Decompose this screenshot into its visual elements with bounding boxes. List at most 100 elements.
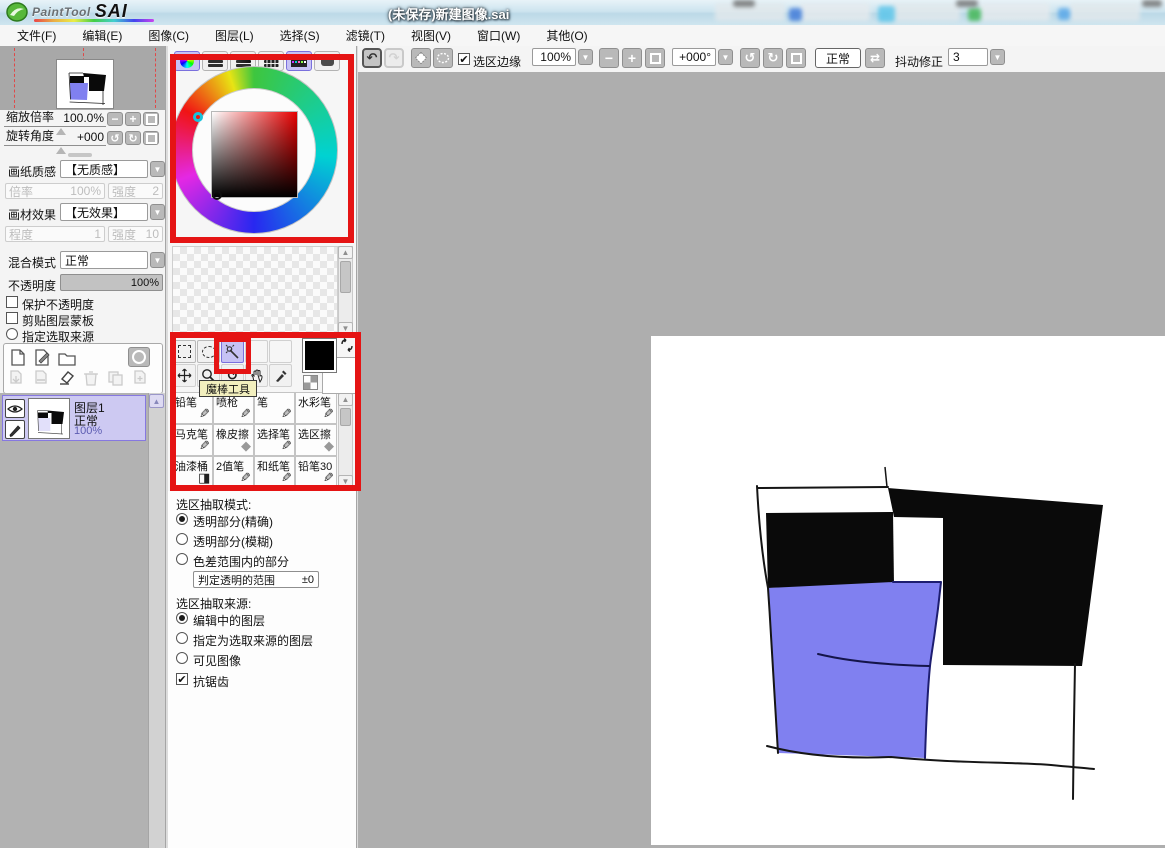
rotate-cw-toolbar-button[interactable]: ↻ — [763, 48, 783, 68]
canvas[interactable] — [651, 336, 1165, 845]
zoom-out-toolbar-button[interactable]: − — [599, 48, 619, 68]
stabilizer-input[interactable]: 3 — [948, 48, 988, 66]
logo-rainbow-swoosh — [34, 19, 154, 22]
background-window-blur — [1070, 3, 1140, 21]
zoom-out-button[interactable]: − — [107, 112, 123, 126]
angle-input[interactable]: +000° — [672, 48, 716, 66]
layer-thumbnail[interactable] — [28, 398, 70, 439]
antialias-checkbox[interactable]: ✔ — [176, 673, 188, 685]
opacity-slider[interactable]: 100% — [60, 274, 163, 291]
deselect-button[interactable] — [411, 48, 431, 68]
swatch-scroll-up-button[interactable]: ▲ — [338, 246, 353, 259]
paper-effect-select[interactable]: 【无效果】 — [60, 203, 148, 221]
effect-strength-field[interactable]: 强度 10 — [108, 226, 163, 242]
selection-edge-checkbox[interactable]: ✔ — [458, 53, 470, 65]
menu-window[interactable]: 窗口(W) — [474, 26, 523, 45]
zoom-reset-button[interactable] — [143, 112, 159, 126]
angle-value: +000° — [679, 50, 711, 64]
swatch-scroll-thumb[interactable] — [340, 261, 351, 293]
background-window-edge — [733, 0, 755, 7]
zoom-percent-input[interactable]: 100% — [532, 48, 576, 66]
navigator-rotate-value: +000 — [77, 130, 104, 144]
rotate-cw-button[interactable]: ↻ — [125, 131, 141, 145]
menu-file[interactable]: 文件(F) — [14, 26, 59, 45]
background-favicon — [789, 8, 802, 21]
selection-source-button[interactable] — [128, 347, 150, 367]
blend-mode-dropdown-button[interactable]: ▼ — [150, 252, 165, 268]
rotate-ccw-toolbar-button[interactable]: ↺ — [740, 48, 760, 68]
texture-scale-field[interactable]: 倍率 100% — [5, 183, 105, 199]
menu-image[interactable]: 图像(C) — [145, 26, 192, 45]
zoom-in-button[interactable]: + — [125, 112, 141, 126]
mode-transparency-fuzzy-radio[interactable] — [176, 533, 188, 545]
clear-layer-icon[interactable] — [58, 370, 76, 387]
rotate-slider-marker[interactable] — [56, 147, 66, 154]
swap-fg-bg-button[interactable]: ⇄ — [865, 48, 885, 68]
navigator-rotate-row[interactable]: 旋转角度 +000 — [4, 131, 106, 146]
zoom-reset-toolbar-button[interactable] — [645, 48, 665, 68]
menu-edit[interactable]: 编辑(E) — [79, 26, 125, 45]
selection-edge-label: 选区边缘 — [473, 53, 521, 70]
invert-selection-icon — [436, 52, 450, 64]
swatch-area[interactable] — [172, 246, 338, 335]
effect-degree-field[interactable]: 程度 1 — [5, 226, 105, 242]
invert-selection-button[interactable] — [433, 48, 453, 68]
navigator-guide-line — [14, 48, 15, 108]
source-designated-layer-radio[interactable] — [176, 632, 188, 644]
clipping-group-checkbox[interactable] — [6, 312, 18, 324]
protect-opacity-checkbox[interactable] — [6, 296, 18, 308]
paper-texture-dropdown-button[interactable]: ▼ — [150, 161, 165, 177]
angle-dropdown-button[interactable]: ▼ — [718, 49, 733, 65]
menu-select[interactable]: 选择(S) — [277, 26, 323, 45]
delete-layer-icon[interactable] — [83, 370, 99, 387]
paper-texture-select[interactable]: 【无质感】 — [60, 160, 148, 178]
new-layer-icon[interactable] — [10, 349, 26, 366]
paper-texture-value: 【无质感】 — [65, 161, 125, 178]
merge-down-icon[interactable] — [33, 370, 50, 387]
effect-degree-value: 1 — [94, 227, 101, 241]
texture-strength-field[interactable]: 强度 2 — [108, 183, 163, 199]
layer-list-scrollbar[interactable] — [148, 393, 165, 848]
navigator-thumbnail[interactable] — [57, 60, 113, 108]
panel-collapse-handle[interactable] — [68, 153, 92, 157]
menu-filter[interactable]: 滤镜(T) — [343, 26, 388, 45]
rotate-ccw-button[interactable]: ↺ — [107, 131, 123, 145]
source-editing-layer-radio[interactable] — [176, 612, 188, 624]
selection-source-title: 选区抽取来源: — [176, 595, 251, 612]
zoom-percent-value: 100% — [540, 50, 571, 64]
antialias-label: 抗锯齿 — [193, 673, 229, 690]
zoom-in-toolbar-button[interactable]: + — [622, 48, 642, 68]
deselect-icon — [415, 52, 427, 64]
layer-list[interactable] — [0, 393, 148, 848]
stabilizer-dropdown-button[interactable]: ▼ — [990, 49, 1005, 65]
menu-view[interactable]: 视图(V) — [408, 26, 454, 45]
copy-layer-icon[interactable] — [107, 370, 125, 387]
transparency-range-field[interactable]: 判定透明的范围 ±0 — [193, 571, 319, 588]
new-folder-icon[interactable] — [58, 351, 76, 366]
zoom-dropdown-button[interactable]: ▼ — [578, 49, 593, 65]
background-window-blur — [890, 3, 960, 21]
menu-others[interactable]: 其他(O) — [543, 26, 590, 45]
mode-transparency-strict-radio[interactable] — [176, 513, 188, 525]
selection-source-radio[interactable] — [6, 328, 18, 340]
layer-edit-indicator[interactable] — [5, 420, 25, 439]
rotate-reset-toolbar-button[interactable] — [786, 48, 806, 68]
blend-mode-select[interactable]: 正常 — [60, 251, 148, 269]
title-bar[interactable]: PaintTool SAI (未保存)新建图像.sai — [0, 0, 1165, 26]
mode-color-range-label: 色差范围内的部分 — [193, 553, 289, 570]
redo-button[interactable]: ↷ — [384, 48, 404, 68]
layer-scroll-up-button[interactable]: ▲ — [149, 394, 164, 408]
undo-button[interactable]: ↶ — [362, 48, 382, 68]
paste-layer-icon[interactable] — [132, 370, 149, 387]
layer-visibility-toggle[interactable] — [5, 399, 25, 418]
transfer-down-icon[interactable] — [8, 370, 25, 387]
mode-color-range-radio[interactable] — [176, 553, 188, 565]
source-visible-image-radio[interactable] — [176, 652, 188, 664]
rotate-reset-button[interactable] — [143, 131, 159, 145]
paper-effect-dropdown-button[interactable]: ▼ — [150, 204, 165, 220]
menu-layer[interactable]: 图层(L) — [212, 26, 257, 45]
new-linework-layer-icon[interactable] — [34, 349, 52, 366]
blend-quick-button[interactable]: 正常 — [815, 48, 861, 68]
navigator-zoom-row[interactable]: 缩放倍率 100.0% — [4, 112, 106, 127]
source-visible-image-label: 可见图像 — [193, 652, 241, 669]
